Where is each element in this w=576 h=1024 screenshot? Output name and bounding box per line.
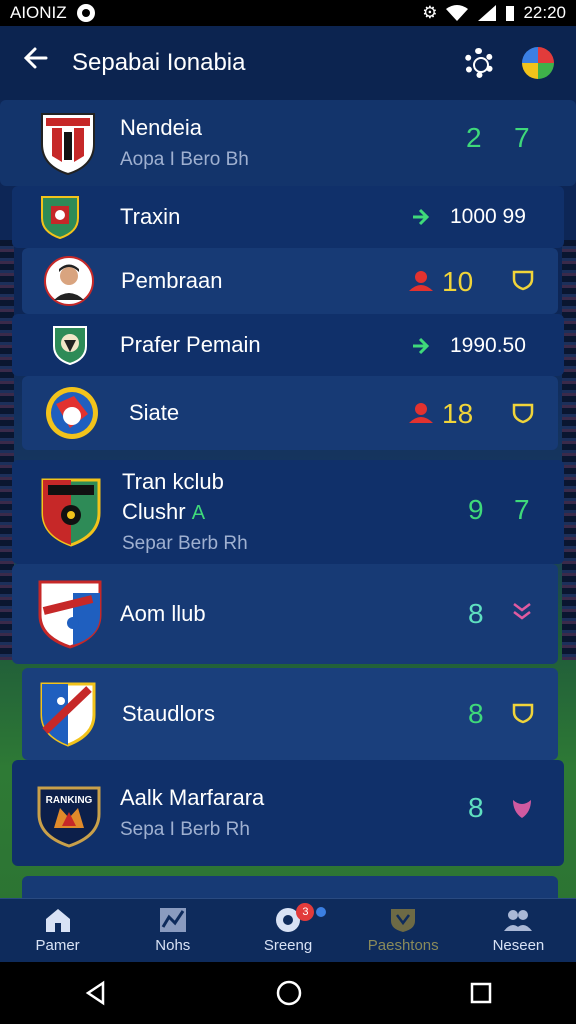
list-item[interactable]: Prafer Pemain 1990.50: [12, 314, 564, 376]
club-subtitle: Sepa I Berb Rh: [120, 819, 250, 840]
tag-icon: A: [191, 502, 206, 524]
tab-home[interactable]: Pamer: [0, 899, 115, 962]
club-name: Nendeia: [120, 115, 202, 140]
stat-value: 10: [442, 266, 474, 297]
club-name: Staudlors: [122, 701, 215, 726]
club-list: Nendeia Aopa I Bero Bh 2 7 Traxin 1000 9…: [0, 100, 576, 898]
player-name: Pembraan: [121, 268, 223, 293]
home-nav-icon[interactable]: [275, 979, 303, 1007]
list-item[interactable]: Traxin 1000 99: [12, 186, 564, 248]
stat-value: 9: [468, 494, 484, 525]
stat-value: 8: [468, 792, 484, 823]
list-item[interactable]: Siate 18: [22, 376, 558, 450]
heart-shield-icon: [513, 800, 531, 818]
chart-icon: [159, 908, 186, 932]
bottom-nav: Pamer Nohs 3 Sreeng Paeshtons Neseen: [0, 898, 576, 962]
stat-value: 1000 99: [450, 205, 526, 228]
club-name-secondary: Clushr A: [122, 499, 206, 524]
shield-icon: [512, 270, 534, 291]
back-arrow-icon[interactable]: [0, 26, 72, 100]
stat-value: 2: [466, 122, 482, 153]
arrow-right-icon: [413, 208, 430, 226]
list-item[interactable]: [22, 876, 558, 898]
tab-label: Neseen: [492, 937, 545, 954]
tab-label: Pamer: [35, 937, 80, 954]
signal-icon: [478, 5, 497, 21]
player-name: Prafer Pemain: [120, 332, 261, 357]
list-item[interactable]: Nendeia Aopa I Bero Bh 2 7: [0, 100, 576, 186]
avatar: [44, 251, 94, 311]
tab-people[interactable]: Neseen: [461, 899, 576, 962]
stat-value: 8: [468, 598, 484, 629]
list-item[interactable]: Tran kclub Clushr A Separ Berb Rh 9 7: [12, 460, 564, 564]
stat-value: 7: [514, 494, 530, 525]
ball-icon[interactable]: [522, 47, 554, 79]
club-name: Tran kclub: [122, 469, 224, 494]
arrow-right-icon: [413, 337, 430, 355]
club-crest-icon: [38, 682, 98, 747]
list-item[interactable]: Pembraan 10: [22, 248, 558, 314]
club-crest-icon: [36, 580, 104, 649]
shield-icon: [391, 909, 416, 932]
back-nav-icon[interactable]: [83, 980, 109, 1006]
status-bar: AIONIZ ⚙ 22:20: [0, 0, 576, 26]
clock: 22:20: [523, 3, 566, 22]
status-dot: [316, 907, 327, 917]
club-crest-icon: [38, 478, 104, 547]
shield-icon: [512, 703, 534, 724]
battery-icon: [506, 6, 515, 21]
recents-nav-icon[interactable]: [469, 981, 493, 1005]
club-crest-icon: [50, 315, 90, 375]
list-item[interactable]: Aom llub 8: [12, 564, 558, 664]
club-subtitle: Separ Berb Rh: [122, 533, 248, 554]
person-icon: [409, 271, 433, 291]
crest-label: RANKING: [45, 795, 93, 806]
system-navigation: [0, 962, 576, 1024]
carrier-label: AIONIZ: [10, 3, 67, 22]
stat-value: 1990.50: [450, 334, 526, 357]
stat-value: 7: [514, 122, 530, 153]
tab-label: Nohs: [155, 937, 191, 954]
notification-icon: [76, 4, 95, 22]
club-name: Traxin: [120, 204, 181, 229]
shield-icon: [512, 403, 534, 424]
vibrate-icon: ⚙: [422, 3, 438, 22]
club-crest-icon: [38, 113, 98, 176]
chevron-down-icon: [513, 603, 531, 620]
gear-icon[interactable]: [464, 48, 494, 78]
club-name: Siate: [129, 400, 180, 425]
page-title: Sepabai Ionabia: [72, 49, 246, 76]
people-icon: [504, 910, 533, 931]
tab-label: Sreeng: [263, 937, 313, 954]
club-crest-icon: [38, 187, 82, 247]
list-item[interactable]: Staudlors 8: [22, 668, 558, 760]
home-icon: [45, 909, 70, 932]
club-crest-icon: RANKING: [36, 783, 102, 848]
club-name: Aom llub: [120, 601, 206, 626]
tab-streaming[interactable]: 3 Sreeng: [230, 899, 345, 962]
notification-badge: 3: [296, 903, 315, 921]
club-name: Aalk Marfarara: [120, 785, 265, 810]
tab-stats[interactable]: Nohs: [115, 899, 230, 962]
person-icon: [409, 403, 433, 423]
stat-value: 8: [468, 698, 484, 729]
stat-value: 18: [442, 398, 474, 429]
wifi-icon: [446, 5, 469, 21]
club-crest-icon: [42, 383, 102, 443]
list-item[interactable]: RANKING Aalk Marfarara Sepa I Berb Rh 8: [12, 760, 564, 866]
club-subtitle: Aopa I Bero Bh: [120, 149, 249, 170]
tab-positions[interactable]: Paeshtons: [346, 899, 461, 962]
app-bar: Sepabai Ionabia: [0, 26, 576, 100]
tab-label: Paeshtons: [367, 937, 439, 954]
